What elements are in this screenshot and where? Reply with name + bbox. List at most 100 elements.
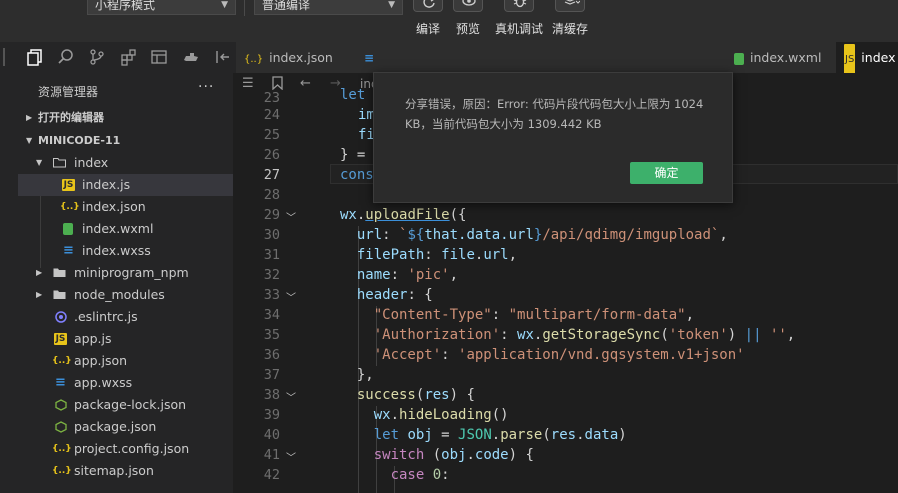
list-item-label: index.wxml bbox=[82, 221, 154, 236]
explorer-header: 资源管理器 ··· bbox=[0, 73, 233, 107]
list-item-label: index.wxss bbox=[82, 243, 151, 258]
open-editors-label: 打开的编辑器 bbox=[38, 111, 104, 124]
list-item-label: package-lock.json bbox=[74, 397, 187, 412]
more-actions-icon[interactable]: ··· bbox=[198, 79, 214, 95]
wxss-icon: ≡ bbox=[63, 243, 74, 258]
line-number: 38 bbox=[263, 387, 280, 403]
real-device-debug-button[interactable]: 真机调试 bbox=[495, 0, 543, 40]
code-line: wx.hideLoading() bbox=[373, 407, 509, 423]
tab-index-wxml[interactable]: index.wxml bbox=[726, 42, 834, 73]
list-item-label: .eslintrc.js bbox=[74, 309, 138, 324]
line-number: 30 bbox=[263, 227, 280, 243]
list-item-sitemap[interactable]: {..} sitemap.json bbox=[18, 460, 233, 482]
list-item-label: package.json bbox=[74, 419, 157, 434]
open-editors-section[interactable]: ▶ 打开的编辑器 bbox=[18, 107, 233, 129]
fold-chevron-icon[interactable]: ﹀ bbox=[286, 209, 296, 224]
tab-index-js[interactable]: JS index bbox=[836, 42, 898, 75]
list-item-index-wxss[interactable]: ≡ index.wxss bbox=[18, 240, 233, 262]
code-line: header: { bbox=[356, 287, 433, 303]
compile-label: 编译 bbox=[415, 22, 440, 36]
preview-button[interactable]: 预览 bbox=[446, 0, 490, 40]
list-item-index-wxml[interactable]: index.wxml bbox=[18, 218, 233, 240]
refresh-icon bbox=[413, 0, 443, 12]
list-item-folder-node-modules[interactable]: ▶ node_modules bbox=[18, 284, 233, 306]
error-message: 分享错误，原因：Error: 代码片段代码包大小上限为 1024 KB，当前代码… bbox=[405, 97, 704, 131]
explorer-panel: 资源管理器 ··· ▶ 打开的编辑器 ▼ MINICODE-11 ▼ index… bbox=[0, 73, 233, 493]
extensions-icon[interactable] bbox=[120, 48, 138, 66]
fold-chevron-icon[interactable]: ﹀ bbox=[286, 449, 296, 464]
list-item-folder-index[interactable]: ▼ index bbox=[18, 152, 233, 174]
code-line: success(res) { bbox=[356, 387, 475, 403]
back-arrow-icon[interactable]: ← bbox=[300, 76, 311, 91]
list-item-app-js[interactable]: JS app.js bbox=[18, 328, 233, 350]
line-number: 24 bbox=[263, 107, 280, 123]
search-icon[interactable] bbox=[57, 48, 75, 66]
project-label: MINICODE-11 bbox=[38, 134, 121, 147]
chevron-down-icon: ▼ bbox=[388, 0, 395, 10]
list-item-package-json[interactable]: package.json bbox=[18, 416, 233, 438]
preview-label: 预览 bbox=[455, 22, 480, 36]
confirm-button[interactable]: 确定 bbox=[630, 162, 703, 184]
list-item-label: sitemap.json bbox=[74, 463, 154, 478]
list-item-label: miniprogram_npm bbox=[74, 265, 189, 280]
list-item-label: index bbox=[74, 155, 109, 170]
tab-index-wxss[interactable]: ≡ bbox=[360, 42, 374, 73]
list-item-package-lock[interactable]: package-lock.json bbox=[18, 394, 233, 416]
tab-index-json[interactable]: {..} index.json bbox=[236, 42, 358, 73]
cloud-icon[interactable] bbox=[182, 48, 200, 66]
code-line: 'Accept': 'application/vnd.gqsystem.v1+j… bbox=[373, 347, 745, 363]
js-icon: JS bbox=[844, 44, 856, 75]
line-number: 29 bbox=[263, 207, 280, 223]
folder-open-icon bbox=[53, 157, 66, 169]
js-icon: JS bbox=[54, 333, 67, 345]
folder-icon bbox=[53, 267, 66, 279]
fold-chevron-icon[interactable]: ﹀ bbox=[286, 289, 296, 304]
code-line: wx.uploadFile({ bbox=[340, 207, 467, 223]
eye-icon bbox=[453, 0, 483, 12]
mode-select[interactable]: 小程序模式 ▼ bbox=[87, 0, 236, 15]
clear-cache-button[interactable]: 清缓存 bbox=[548, 0, 592, 40]
project-section[interactable]: ▼ MINICODE-11 bbox=[18, 130, 233, 152]
files-icon[interactable] bbox=[26, 48, 44, 66]
js-icon: JS bbox=[62, 179, 75, 191]
list-item-label: index.json bbox=[82, 199, 146, 214]
layers-icon bbox=[555, 0, 585, 12]
bug-icon bbox=[504, 0, 534, 12]
list-icon[interactable]: ☰ bbox=[242, 76, 254, 91]
mode-select-value: 小程序模式 bbox=[95, 0, 156, 12]
line-number: 23 bbox=[263, 90, 280, 106]
line-number: 25 bbox=[263, 127, 280, 143]
list-item-folder-miniprogram-npm[interactable]: ▶ miniprogram_npm bbox=[18, 262, 233, 284]
chevron-down-icon: ▼ bbox=[36, 158, 43, 167]
code-line: cons bbox=[340, 167, 374, 183]
list-item-index-json[interactable]: {..} index.json bbox=[18, 196, 233, 218]
source-control-icon[interactable] bbox=[88, 48, 106, 66]
list-item-eslintrc[interactable]: .eslintrc.js bbox=[18, 306, 233, 328]
line-number: 33 bbox=[263, 287, 280, 303]
wxss-icon: ≡ bbox=[364, 51, 375, 65]
compile-mode-select[interactable]: 普通编译 ▼ bbox=[254, 0, 403, 15]
clear-cache-label: 清缓存 bbox=[551, 22, 588, 36]
chevron-down-icon: ▼ bbox=[221, 0, 228, 10]
layout-icon[interactable] bbox=[150, 48, 168, 66]
line-number: 40 bbox=[263, 427, 280, 443]
editor-tab-bar: {..} index.json ≡ index.wxml JS index bbox=[236, 42, 898, 75]
json-icon: {..} bbox=[52, 466, 72, 476]
list-item-project-config[interactable]: {..} project.config.json bbox=[18, 438, 233, 460]
list-item-label: app.js bbox=[74, 331, 112, 346]
list-item-app-wxss[interactable]: ≡ app.wxss bbox=[18, 372, 233, 394]
list-item-app-json[interactable]: {..} app.json bbox=[18, 350, 233, 372]
explorer-title: 资源管理器 bbox=[38, 85, 99, 99]
chevron-down-icon: ▼ bbox=[26, 136, 33, 145]
wxml-icon bbox=[734, 52, 744, 65]
real-device-debug-label: 真机调试 bbox=[494, 22, 543, 36]
list-item-label: app.wxss bbox=[74, 375, 133, 390]
list-item-index-js[interactable]: JS index.js bbox=[18, 174, 233, 196]
code-line: let bbox=[340, 87, 366, 103]
panel-edge bbox=[3, 48, 7, 66]
collapse-panel-icon[interactable] bbox=[214, 48, 232, 66]
wxml-icon bbox=[63, 223, 73, 235]
code-line: url: `${that.data.url}/api/qdimg/imguplo… bbox=[356, 227, 728, 243]
fold-chevron-icon[interactable]: ﹀ bbox=[286, 389, 296, 404]
compile-button[interactable]: 编译 bbox=[406, 0, 450, 40]
